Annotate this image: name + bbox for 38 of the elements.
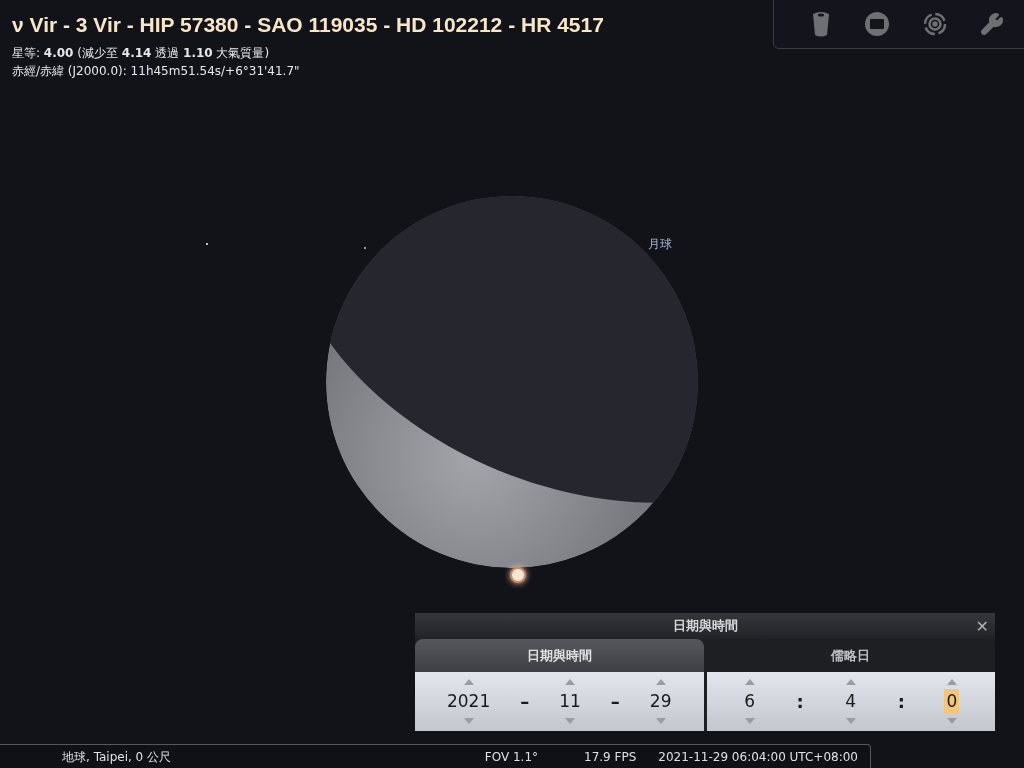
close-button[interactable]: ✕ xyxy=(975,615,989,639)
datetime-text: 2021-11-29 06:04:00 UTC+08:00 xyxy=(658,749,858,766)
down-arrow-icon[interactable] xyxy=(845,718,856,725)
object-title: ν Vir - 3 Vir - HIP 57380 - SAO 119035 - HD 102212 - HR 4517 xyxy=(12,12,604,38)
down-arrow-icon[interactable] xyxy=(744,718,755,725)
separator-text: : xyxy=(897,690,905,714)
star-glow-icon xyxy=(510,567,526,583)
screen-icon[interactable] xyxy=(863,11,890,37)
fps-text: 17.9 FPS xyxy=(584,749,637,766)
spin-field[interactable]: 0 xyxy=(944,688,960,715)
target-icon[interactable] xyxy=(922,12,947,36)
down-arrow-icon[interactable] xyxy=(655,718,666,725)
up-arrow-icon[interactable] xyxy=(565,678,576,685)
separator-text: : xyxy=(796,690,804,714)
wrench-icon[interactable] xyxy=(979,12,1004,36)
dialog-title: 日期與時間 xyxy=(672,617,738,636)
separator-text: – xyxy=(520,690,530,714)
spin-field[interactable]: 4 xyxy=(843,688,859,715)
spin-field[interactable]: 11 xyxy=(557,688,583,715)
up-arrow-icon[interactable] xyxy=(463,678,474,685)
up-arrow-icon[interactable] xyxy=(946,678,957,685)
separator-text: – xyxy=(610,690,620,714)
spin-field[interactable]: 29 xyxy=(647,688,674,715)
tab[interactable]: 日期與時間 xyxy=(415,639,704,672)
moon-label: 月球 xyxy=(648,236,672,253)
down-arrow-icon[interactable] xyxy=(946,718,957,725)
up-arrow-icon[interactable] xyxy=(845,678,856,685)
location-text: 地球, Taipei, 0 公尺 xyxy=(62,749,172,766)
spin-field[interactable]: 2021 xyxy=(445,688,493,715)
spin-field[interactable]: 6 xyxy=(742,688,758,715)
up-arrow-icon[interactable] xyxy=(655,678,666,685)
coordinates-text: 赤經/赤緯 (J2000.0): 11h45m51.54s/+6°31'41.7" xyxy=(12,63,301,80)
down-arrow-icon[interactable] xyxy=(463,718,474,725)
magnitude-text: 星等: 4.00 (減少至 4.14 透過 1.10 大氣質量) xyxy=(12,45,271,62)
down-arrow-icon[interactable] xyxy=(565,718,576,725)
fov-text: FOV 1.1° xyxy=(484,749,538,766)
cylinder-icon[interactable] xyxy=(810,11,831,37)
up-arrow-icon[interactable] xyxy=(744,678,755,685)
